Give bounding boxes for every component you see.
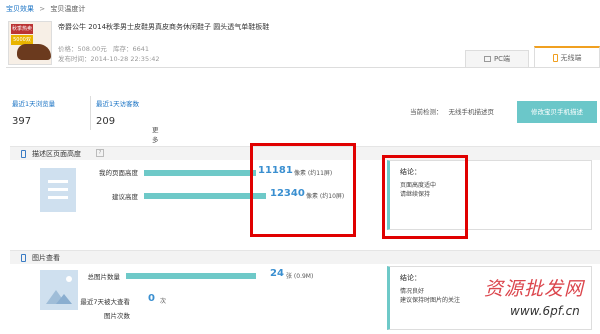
stat-visitors: 最近1天访客数 209 <box>96 98 176 127</box>
my-page-height-label: 我的页面高度 <box>99 169 138 177</box>
stock-label: 库存： <box>112 45 133 53</box>
recent-views-label-line-2: 图片次数 <box>104 312 130 320</box>
tab-pc-label: PC端 <box>493 55 511 63</box>
document-icon <box>40 168 76 212</box>
thumb-badge-1: 秋季热卖 <box>11 24 33 34</box>
detection-info: 当前检测： 无线手机描述页 <box>410 106 500 116</box>
product-thumbnail[interactable]: 秋季热卖 5000双 <box>8 21 52 65</box>
image-check-conclusion-line-1: 情况良好 <box>400 288 425 295</box>
breadcrumb-separator: > <box>39 5 46 13</box>
tab-divider <box>6 67 600 68</box>
image-check-conclusion-line-2: 建议保持时图片的关注 <box>400 297 461 304</box>
recent-views-label: 最近7天被大查看 图片次数 <box>70 296 130 320</box>
page-height-title: 描述区页面高度 <box>32 150 81 158</box>
monitor-icon <box>483 56 491 62</box>
breadcrumb-current: 宝贝温度计 <box>50 5 86 13</box>
image-check-conclusion-title: 结论： <box>400 274 421 282</box>
product-title[interactable]: 帝爵公牛 2014秋季男士皮鞋男真皮商务休闲鞋子 圆头透气单鞋板鞋 <box>58 22 288 32</box>
recent-views-label-line-1: 最近7天被大查看 <box>80 298 130 306</box>
stat-pageviews-value: 397 <box>12 116 32 127</box>
highlight-box-values <box>250 143 356 237</box>
phone-icon <box>552 54 558 62</box>
tab-mobile-label: 无线端 <box>560 54 582 62</box>
tab-mobile[interactable]: 无线端 <box>534 46 600 68</box>
stat-visitors-label[interactable]: 最近1天访客数 <box>96 98 176 108</box>
suggested-height-bar-fill <box>144 193 267 199</box>
my-page-height-bar-fill <box>144 170 256 176</box>
total-images-value: 24 <box>270 268 284 279</box>
shoe-image <box>17 44 51 60</box>
published-label: 发布时间： <box>58 55 91 63</box>
phone-icon <box>21 254 26 262</box>
highlight-box-conclusion <box>382 155 468 239</box>
detection-value: 无线手机描述页 <box>448 108 495 116</box>
product-meta: 价格：508.00元 库存：6641 发布时间：2014-10-28 22:35… <box>58 44 160 64</box>
price-label: 价格： <box>58 45 78 53</box>
breadcrumb-root-link[interactable]: 宝贝效果 <box>6 5 34 13</box>
image-check-title: 图片查看 <box>32 254 60 262</box>
published-value: 2014-10-28 22:35:42 <box>90 55 160 63</box>
recent-views-unit: 次 <box>160 298 167 305</box>
stat-divider <box>90 96 91 130</box>
stock-value: 6641 <box>132 45 149 53</box>
stat-pageviews: 最近1天浏览量 397 <box>12 98 92 127</box>
stat-pageviews-label[interactable]: 最近1天浏览量 <box>12 98 92 108</box>
edit-mobile-description-button[interactable]: 修改宝贝手机描述 <box>517 101 597 123</box>
breadcrumb: 宝贝效果 > 宝贝温度计 <box>6 4 85 14</box>
help-icon[interactable]: ? <box>96 149 104 157</box>
image-check-section-header: 图片查看 <box>10 250 600 264</box>
product-summary: 秋季热卖 5000双 帝爵公牛 2014秋季男士皮鞋男真皮商务休闲鞋子 圆头透气… <box>6 17 296 69</box>
total-images-bar-fill <box>126 273 256 279</box>
price-value: 508.00元 <box>77 45 107 53</box>
total-images-unit: 张 (0.9M) <box>286 273 314 280</box>
tab-pc[interactable]: PC端 <box>465 50 529 68</box>
recent-views-value: 0 <box>148 293 155 304</box>
suggested-height-label: 建议高度 <box>112 193 138 201</box>
stat-visitors-value: 209 <box>96 116 116 127</box>
total-images-label: 总图片数量 <box>87 273 121 281</box>
phone-icon <box>21 150 26 158</box>
image-check-conclusion: 结论： 情况良好 建议保持时图片的关注 <box>387 266 592 330</box>
image-check-conclusion-body: 情况良好 建议保持时图片的关注 <box>400 287 580 305</box>
detection-label: 当前检测： <box>410 108 443 116</box>
